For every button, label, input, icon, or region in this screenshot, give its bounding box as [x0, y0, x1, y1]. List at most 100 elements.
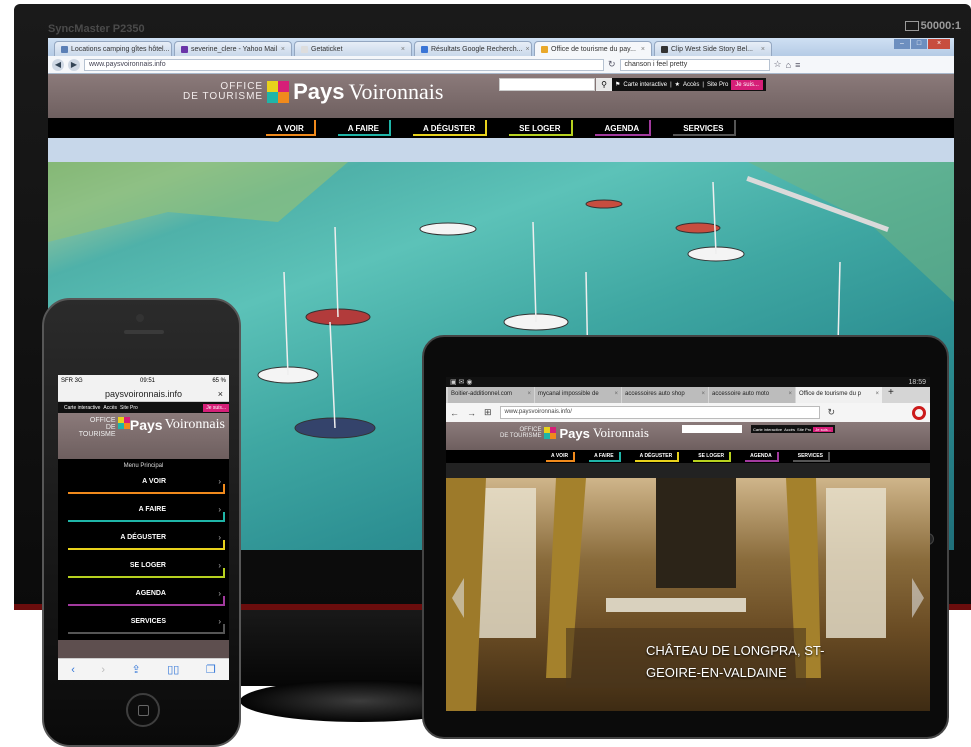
site-logo[interactable]: OFFICE DE TOURISME Pays Voironnais — [183, 79, 443, 105]
tablet-tab[interactable]: mycanal impossible de × — [535, 387, 621, 403]
menu-item-agenda[interactable]: AGENDA › — [58, 584, 229, 612]
menu-icon[interactable]: ≡ — [795, 60, 800, 70]
back-icon[interactable]: ‹ — [71, 664, 75, 676]
tab-close-icon[interactable]: × — [281, 46, 285, 53]
nav-agenda[interactable]: AGENDA — [745, 451, 779, 462]
menu-color-tick — [223, 540, 225, 550]
back-icon[interactable]: ◀ — [52, 58, 64, 71]
site-pro-link[interactable]: Site Pro — [797, 427, 811, 432]
menu-item-services[interactable]: SERVICES › — [58, 612, 229, 640]
close-window-icon[interactable]: × — [928, 39, 950, 49]
desktop-tab[interactable]: Résultats Google Recherch... × — [414, 41, 532, 56]
nav-se-loger[interactable]: SE LOGER — [509, 120, 573, 136]
desktop-tab[interactable]: Locations camping gîtes hôtel...× — [54, 41, 172, 56]
acces-link[interactable]: Accès — [683, 82, 699, 88]
tab-close-icon[interactable]: × — [788, 391, 792, 399]
desktop-tab[interactable]: Clip West Side Story Bel... × — [654, 41, 772, 56]
carte-link[interactable]: Carte interactive — [64, 405, 100, 411]
share-icon[interactable]: ⇪ — [132, 663, 141, 676]
tab-close-icon[interactable]: × — [614, 391, 618, 399]
forward-icon[interactable]: › — [101, 664, 105, 676]
url-field[interactable]: www.paysvoironnais.info — [84, 58, 604, 71]
tab-close-icon[interactable]: × — [875, 391, 879, 399]
site-pro-link[interactable]: Site Pro — [120, 405, 138, 411]
nav-services[interactable]: SERVICES — [792, 451, 830, 462]
logo-tourisme-line: DE TOURISME — [183, 91, 264, 102]
search-icon[interactable]: ⚲ — [596, 78, 612, 91]
phone-url-field[interactable]: paysvoironnais.info × — [58, 386, 229, 402]
tablet-tab-active[interactable]: Office de tourisme du p × — [796, 387, 882, 403]
reload-icon[interactable]: ↻ — [608, 59, 616, 70]
site-pro-link[interactable]: Site Pro — [707, 82, 728, 88]
nav-a-voir[interactable]: A VOIR — [266, 120, 316, 136]
nav-agenda[interactable]: AGENDA — [594, 120, 652, 136]
tab-close-icon[interactable]: × — [701, 391, 705, 399]
tab-label: severine_clere - Yahoo Mail — [191, 45, 278, 53]
tab-close-icon[interactable]: × — [401, 46, 405, 53]
tab-close-icon[interactable]: × — [641, 46, 645, 53]
clear-icon[interactable]: × — [218, 386, 223, 402]
maximize-icon[interactable]: □ — [911, 39, 927, 49]
tablet: ▣ ✉ ◉ 18:59 Boitier-additionnel.com × myca… — [422, 335, 949, 739]
acces-link[interactable]: Accès — [784, 427, 795, 432]
back-icon[interactable]: ← — [450, 408, 459, 418]
menu-item-label: SE LOGER — [129, 562, 166, 569]
reload-icon[interactable]: ↻ — [828, 407, 836, 418]
tab-favicon-icon — [301, 45, 308, 53]
tab-close-icon[interactable]: × — [527, 391, 531, 399]
forward-icon[interactable]: → — [467, 408, 476, 418]
site-utility-links: Carte interactive Accès Site Pro Je suis… — [58, 402, 229, 413]
tab-close-icon[interactable]: × — [525, 46, 529, 53]
logo-tourisme-line: DE TOURISME — [78, 424, 116, 438]
minimize-icon[interactable]: – — [894, 39, 910, 49]
tablet-tab[interactable]: Boitier-additionnel.com × — [448, 387, 534, 403]
tablet-tab[interactable]: accessoires auto shop × — [622, 387, 708, 403]
opera-menu-icon[interactable] — [912, 405, 926, 420]
nav-a-deguster[interactable]: A DÉGUSTER — [634, 451, 680, 462]
nav-se-loger[interactable]: SE LOGER — [693, 451, 732, 462]
forward-icon[interactable]: ▶ — [68, 58, 80, 71]
tab-close-icon[interactable]: × — [761, 46, 765, 53]
desktop-tab-active[interactable]: Office de tourisme du pay... × — [534, 41, 652, 56]
site-logo[interactable]: OFFICE DE TOURISME Pays Voironnais — [500, 425, 649, 441]
smartphone: SFR 3G 09:51 65 % paysvoironnais.info × C… — [42, 298, 241, 747]
site-logo[interactable]: OFFICE DE TOURISME Pays Voironnais — [58, 413, 229, 459]
menu-color-tick — [223, 484, 225, 494]
util-separator: | — [670, 81, 672, 88]
nav-a-faire[interactable]: A FAIRE — [337, 120, 392, 136]
bookmarks-icon[interactable]: ▯▯ — [167, 663, 179, 676]
nav-a-faire[interactable]: A FAIRE — [589, 451, 621, 462]
menu-item-a-voir[interactable]: A VOIR › — [58, 472, 229, 500]
je-suis-button[interactable]: Je suis... — [731, 79, 763, 90]
new-tab-icon[interactable]: + — [883, 387, 905, 403]
menu-item-a-faire[interactable]: A FAIRE › — [58, 500, 229, 528]
browser-search-field[interactable]: chanson i feel pretty — [619, 58, 770, 71]
site-search-input[interactable] — [499, 78, 595, 91]
je-suis-button[interactable]: Je suis... — [813, 426, 834, 432]
je-suis-button[interactable]: Je suis... — [203, 403, 229, 412]
phone-time: 09:51 — [139, 377, 155, 384]
logo-tourisme-line: DE TOURISME — [500, 433, 542, 439]
menu-item-se-loger[interactable]: SE LOGER › — [58, 556, 229, 584]
tabs-icon[interactable]: ❐ — [206, 663, 216, 676]
tablet-tab[interactable]: accessoire auto moto × — [709, 387, 795, 403]
carte-link[interactable]: Carte interactive — [753, 427, 782, 432]
nav-a-voir[interactable]: A VOIR — [546, 451, 576, 462]
nav-a-deguster[interactable]: A DÉGUSTER — [413, 120, 488, 136]
acces-link[interactable]: Accès — [103, 405, 117, 411]
logo-voironnais: Voironnais — [348, 79, 444, 104]
menu-item-a-deguster[interactable]: A DÉGUSTER › — [58, 528, 229, 556]
menu-color-tick — [223, 512, 225, 522]
tablet-url-field[interactable]: www.paysvoironnais.info/ — [499, 406, 820, 419]
tab-favicon-icon — [61, 45, 68, 53]
home-button[interactable] — [126, 693, 160, 727]
nav-services[interactable]: SERVICES — [673, 120, 736, 136]
desktop-tab[interactable]: Getaticket × — [294, 41, 412, 56]
home-icon[interactable]: ⌂ — [786, 60, 791, 70]
speed-dial-icon[interactable]: ⊞ — [484, 407, 492, 418]
site-search-input[interactable] — [682, 425, 742, 433]
star-icon[interactable]: ☆ — [774, 59, 782, 70]
desktop-tab[interactable]: severine_clere - Yahoo Mail × — [174, 41, 292, 56]
phone-camera — [136, 314, 144, 322]
carte-link[interactable]: Carte interactive — [623, 82, 667, 88]
